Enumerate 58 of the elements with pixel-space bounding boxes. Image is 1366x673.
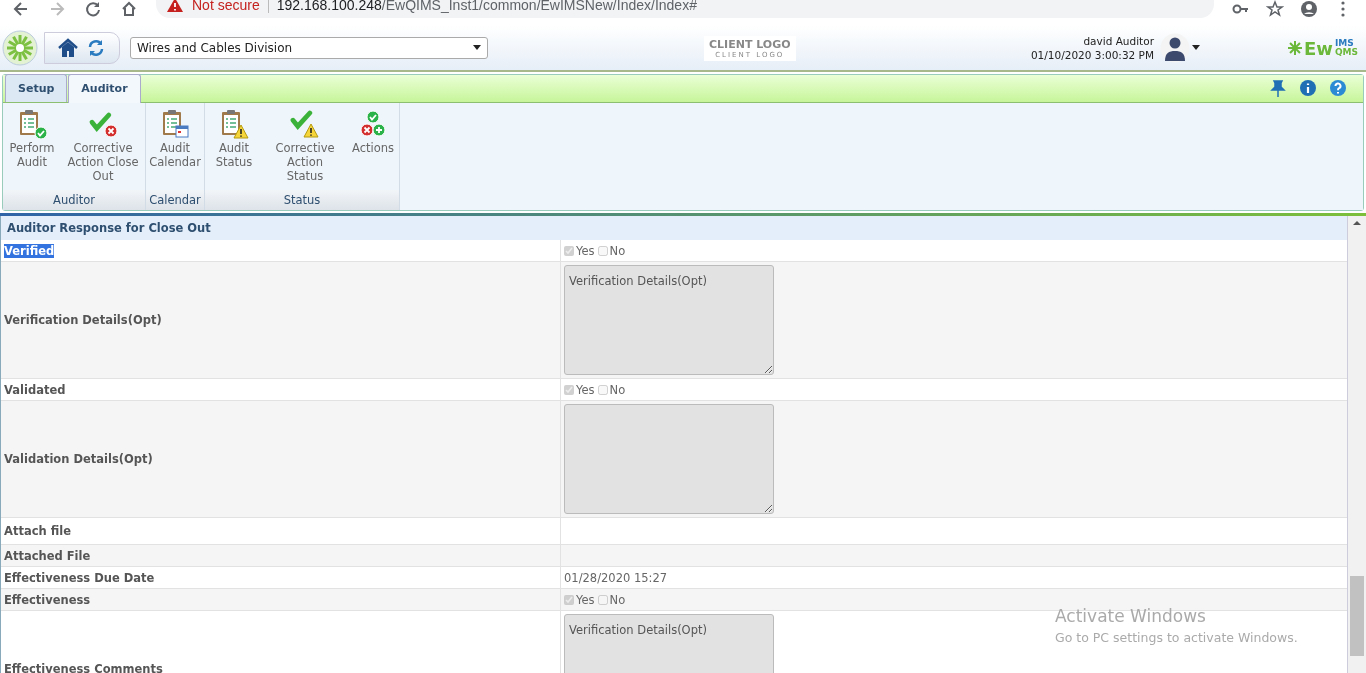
pin-icon[interactable] — [1269, 79, 1287, 97]
reload-icon[interactable] — [84, 0, 102, 18]
field-label: Effectiveness Comments — [4, 662, 163, 673]
address-bar[interactable]: Not secure 192.168.100.248/EwQIMS_Inst1/common/EwIMSNew/Index/Index# — [156, 0, 1214, 18]
yes-label: Yes — [576, 243, 595, 258]
ribbon-tab[interactable]: Setup — [5, 74, 68, 102]
actions-icon — [358, 109, 388, 139]
no-label: No — [609, 243, 626, 258]
asterisk-icon — [1287, 41, 1302, 55]
warning-icon — [166, 0, 184, 14]
star-icon[interactable] — [1266, 0, 1284, 18]
caret-icon[interactable] — [473, 45, 481, 51]
scrollbar[interactable] — [1348, 216, 1366, 673]
field-label: Attached File — [4, 548, 91, 563]
field-label: Verified — [4, 243, 55, 258]
activation-title: Activate Windows — [1055, 606, 1207, 626]
security-label: Not secure — [192, 0, 260, 13]
field-label: Effectiveness Due Date — [4, 570, 155, 585]
division-dropdown[interactable]: Wires and Cables Division — [130, 37, 488, 59]
ribbon-button[interactable]: Audit Calendar — [146, 107, 204, 190]
help-icon[interactable] — [1329, 79, 1347, 97]
date-time: 01/10/2020 3:00:32 PM — [1030, 48, 1154, 62]
ribbon-button[interactable]: Perform Audit — [3, 107, 61, 190]
field-label: Effectiveness — [4, 592, 91, 607]
ribbon-group-label: Auditor — [3, 190, 145, 210]
field-label: Attach file — [4, 524, 71, 538]
field-label: Validation Details(Opt) — [4, 452, 153, 466]
ribbon-group-label: Calendar — [146, 190, 204, 210]
activation-text: Go to PC settings to activate Windows. — [1055, 630, 1298, 645]
field-label: Verification Details(Opt) — [4, 313, 162, 327]
yes-label: Yes — [576, 592, 595, 607]
no-label: No — [609, 382, 626, 397]
yes-label: Yes — [576, 382, 595, 397]
due-date-value: 01/28/2020 15:27 — [564, 570, 668, 585]
scroll-thumb[interactable] — [1350, 576, 1364, 656]
user-name: david Auditor — [1082, 34, 1154, 48]
field-label: Validated — [4, 382, 66, 397]
section-title: Auditor Response for Close Out — [1, 216, 1347, 240]
ribbon-tab[interactable]: Auditor — [68, 74, 141, 103]
ribbon-button[interactable]: Audit Status — [205, 107, 263, 190]
clipboard-warning-icon — [219, 109, 249, 139]
info-icon[interactable] — [1299, 79, 1317, 97]
no-label: No — [609, 592, 626, 607]
avatar-icon[interactable] — [1159, 33, 1190, 63]
back-icon[interactable] — [12, 0, 30, 18]
ribbon-button[interactable]: Corrective Action Close Out — [61, 107, 145, 190]
caret-icon[interactable] — [1191, 45, 1200, 51]
ribbon-button[interactable]: Actions — [347, 107, 399, 190]
url-text: 192.168.100.248/EwQIMS_Inst1/common/EwIMSNew/Index/Index# — [276, 0, 697, 13]
account-icon[interactable] — [1300, 0, 1318, 18]
home-icon[interactable] — [120, 0, 138, 18]
clipboard-calendar-icon — [160, 109, 190, 139]
check-warning-icon — [290, 109, 320, 139]
ribbon-button[interactable]: Corrective Action Status — [263, 107, 347, 190]
refresh-icon[interactable] — [87, 39, 105, 57]
ribbon-group-label: Status — [205, 190, 399, 210]
clipboard-check-icon — [17, 109, 47, 139]
home-icon[interactable] — [57, 37, 79, 59]
